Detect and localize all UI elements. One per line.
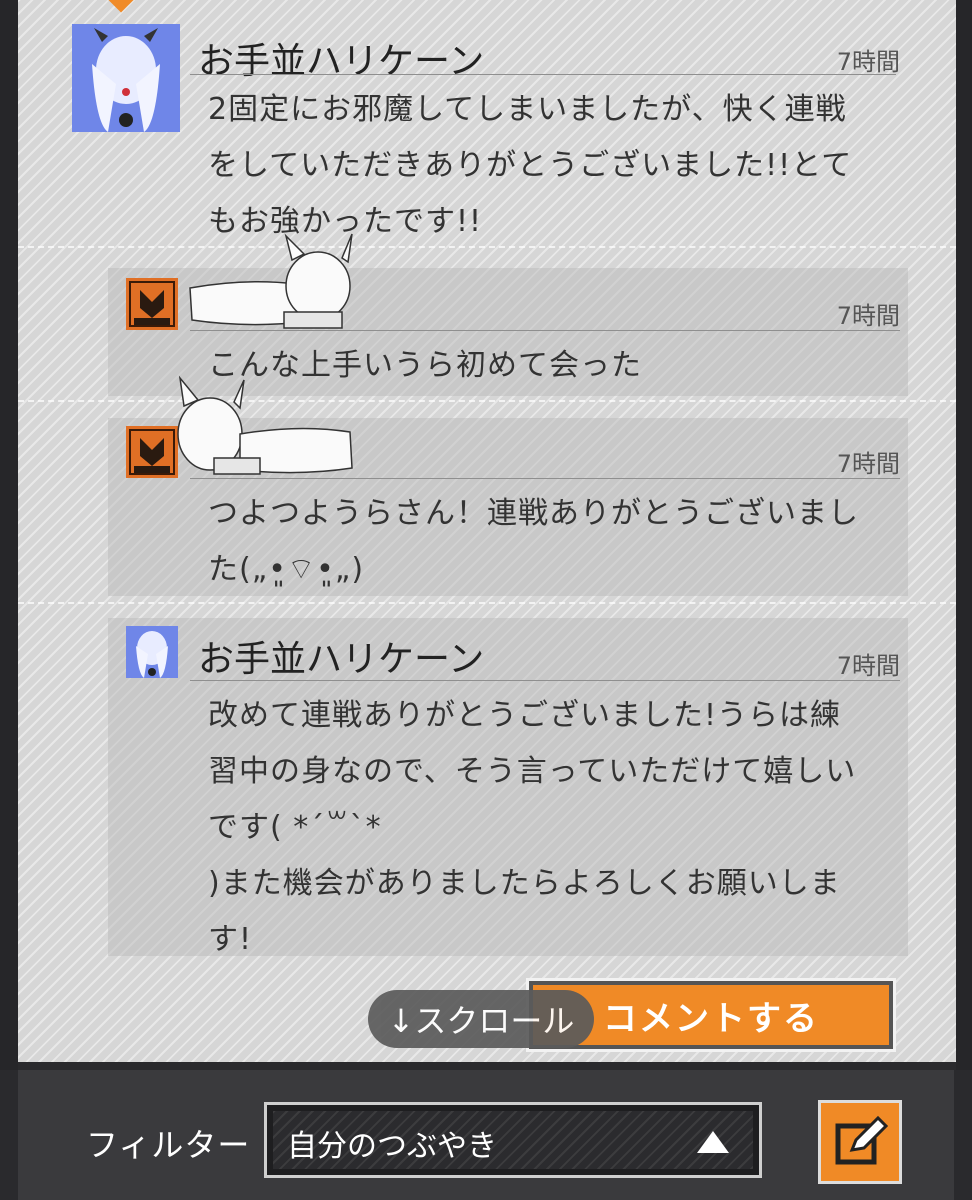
edit-icon	[835, 1115, 888, 1165]
post-time: 7時間	[836, 48, 900, 76]
divider	[18, 602, 956, 604]
dropdown-arrow-icon	[697, 1131, 729, 1153]
filter-dropdown[interactable]: 自分のつぶやき	[264, 1102, 762, 1178]
avatar[interactable]	[126, 626, 178, 678]
post-author[interactable]: お手並ハリケーン	[198, 630, 484, 682]
scroll-button[interactable]: ↓スクロール	[368, 990, 594, 1048]
post-time: 7時間	[836, 302, 900, 330]
left-border	[0, 0, 18, 1070]
post-time: 7時間	[836, 652, 900, 680]
post-text: つよつようらさん！連戦ありがとうございまし た(„•͈⌔•͈„)	[208, 496, 859, 587]
post-author[interactable]: お手並ハリケーン	[198, 32, 484, 84]
filter-value: 自分のつぶやき	[287, 1129, 497, 1164]
post-1: お手並ハリケーン 7時間 2固定にお邪魔してしまいましたが、快く連戦 をしていた…	[190, 28, 900, 248]
divider	[18, 400, 956, 402]
edit-button[interactable]	[818, 1100, 902, 1184]
post-text: 2固定にお邪魔してしまいましたが、快く連戦 をしていただきありがとうございました…	[208, 92, 853, 239]
post-text: 改めて連戦ありがとうございました!うらは練 習中の身なので、そう言っていただけて…	[208, 698, 857, 957]
divider	[190, 330, 900, 331]
divider	[190, 478, 900, 479]
right-border	[956, 0, 972, 1070]
avatar[interactable]	[72, 24, 180, 132]
avatar[interactable]	[126, 278, 178, 330]
filter-label: フィルター	[86, 1126, 251, 1164]
panel-tab-marker	[105, 0, 137, 13]
sticker-image	[170, 372, 360, 482]
divider	[190, 680, 900, 681]
sticker-image	[186, 230, 366, 334]
divider	[190, 74, 896, 75]
divider	[18, 246, 956, 248]
post-time: 7時間	[836, 450, 900, 478]
